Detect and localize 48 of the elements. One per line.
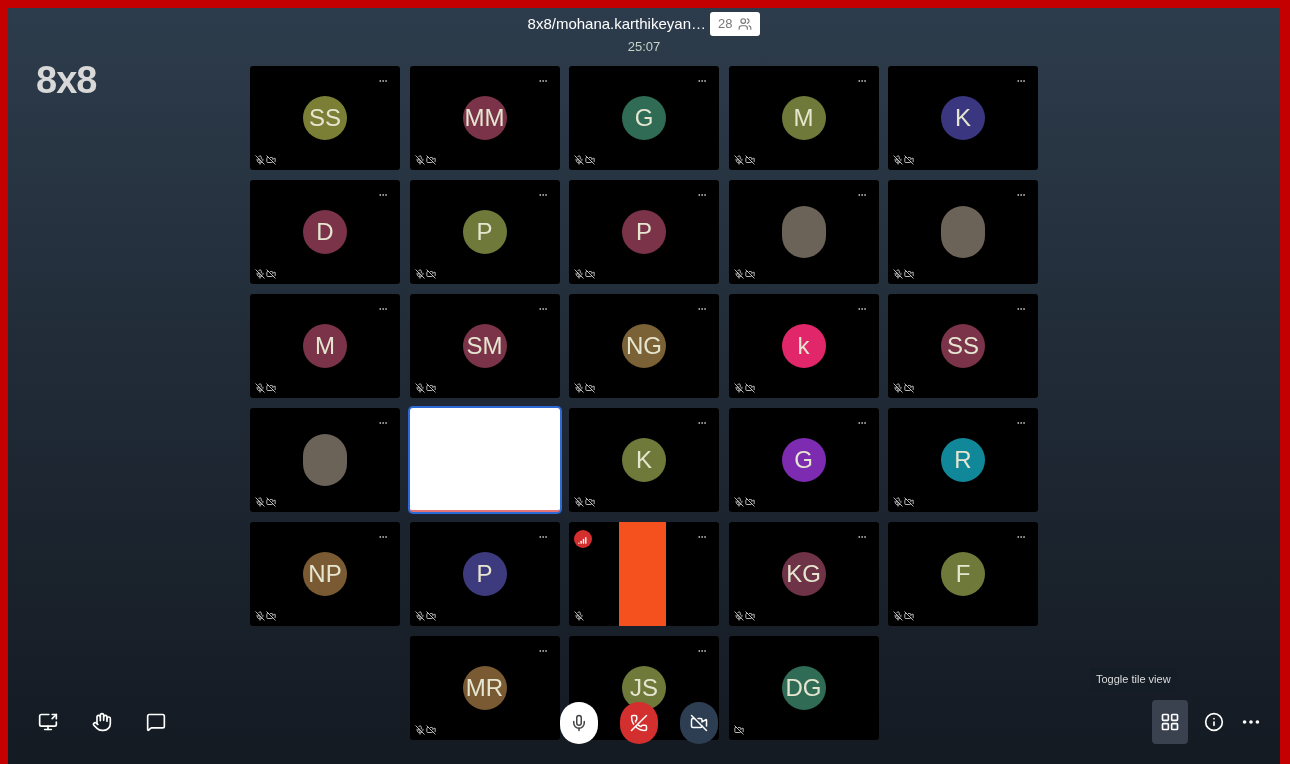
conference-name: 8x8/mohana.karthikeyan… (527, 13, 706, 34)
participant-tile[interactable]: SS (250, 66, 400, 170)
microphone-icon (570, 714, 588, 732)
chat-icon[interactable] (146, 712, 166, 732)
participant-tile[interactable]: k (728, 294, 879, 398)
participant-tile[interactable]: F (888, 522, 1038, 626)
participant-tile[interactable] (569, 522, 719, 626)
screen-share-tile[interactable] (409, 408, 560, 512)
participant-tile[interactable] (250, 408, 400, 512)
grid-icon (1160, 712, 1180, 732)
participant-tile[interactable]: G (569, 66, 719, 170)
screen-share-icon[interactable] (38, 712, 58, 732)
participant-tile[interactable]: SS (888, 294, 1038, 398)
participant-tile[interactable]: SM (409, 294, 560, 398)
participant-count: 28 (718, 15, 733, 34)
logo: 8x8 (36, 58, 97, 103)
participant-tile[interactable]: NP (250, 522, 400, 626)
call-timer: 25:07 (627, 38, 661, 56)
participant-tile[interactable]: MR (409, 636, 560, 740)
signal-icon (574, 530, 592, 548)
participant-tile[interactable]: M (250, 294, 400, 398)
participants-icon (738, 17, 753, 31)
photo-placeholder (941, 206, 985, 258)
info-icon[interactable] (1204, 712, 1224, 732)
participant-tile[interactable]: DG (728, 636, 879, 740)
camera-off-icon (690, 714, 708, 732)
participant-tile[interactable]: D (250, 180, 400, 284)
microphone-button[interactable] (560, 702, 598, 744)
participant-tile[interactable]: P (409, 180, 560, 284)
participant-tile[interactable]: G (728, 408, 879, 512)
participant-tile[interactable]: P (569, 180, 719, 284)
hang-up-icon (630, 714, 648, 732)
participant-tile[interactable]: R (888, 408, 1038, 512)
photo-placeholder (303, 434, 347, 486)
participant-tile[interactable] (728, 180, 879, 284)
tooltip: Toggle tile view (1090, 668, 1177, 691)
participant-tile[interactable]: K (888, 66, 1038, 170)
participant-tile[interactable] (888, 180, 1038, 284)
participant-tile[interactable]: P (409, 522, 560, 626)
participant-tile[interactable]: MM (409, 66, 560, 170)
photo-placeholder (781, 206, 826, 258)
participant-tile[interactable]: K (569, 408, 719, 512)
participant-tile[interactable]: NG (569, 294, 719, 398)
tile-view-button[interactable] (1152, 700, 1188, 744)
raise-hand-icon[interactable] (92, 712, 112, 732)
participant-tile[interactable]: KG (728, 522, 879, 626)
participant-tile[interactable]: M (728, 66, 879, 170)
participant-count-badge[interactable]: 28 (710, 12, 761, 36)
